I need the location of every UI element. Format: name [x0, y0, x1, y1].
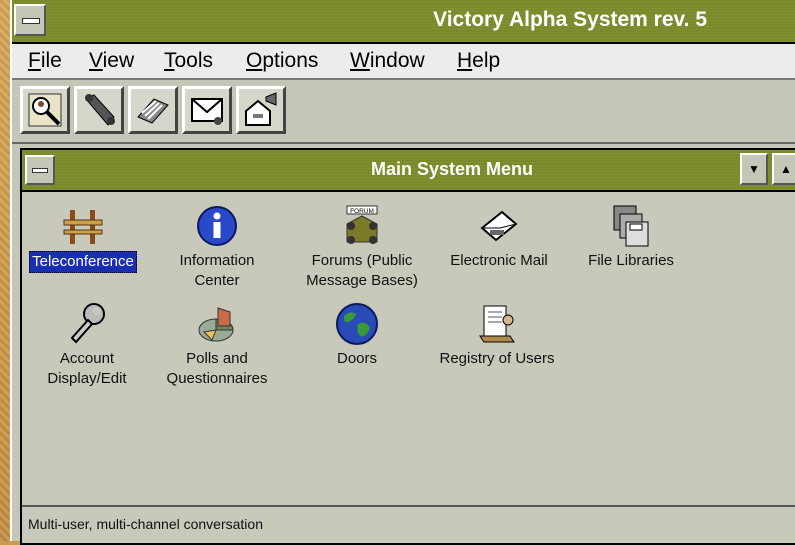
status-bar: Multi-user, multi-channel conversation — [22, 505, 795, 543]
toolbar-announcement-button[interactable] — [236, 86, 286, 134]
mail-icon — [480, 210, 518, 242]
globe-icon — [336, 303, 378, 345]
minimize-button[interactable]: ▼ — [740, 153, 768, 185]
program-label: Teleconference — [29, 251, 137, 273]
child-window-title: Main System Menu — [370, 159, 534, 179]
main-system-menu-window: Main System Menu ▼ ▲ Teleconference Info… — [20, 148, 795, 545]
menu-bar: File View Tools Options Window Help — [12, 44, 795, 80]
program-registry-of-users[interactable]: Registry of Users — [417, 302, 577, 369]
menu-window[interactable]: Window — [350, 49, 425, 73]
wrench-icon — [70, 303, 105, 344]
program-label: Forums (Public Message Bases) — [306, 252, 418, 289]
program-electronic-mail[interactable]: Electronic Mail — [434, 204, 564, 271]
program-teleconference[interactable]: Teleconference — [18, 204, 148, 273]
telephone-icon — [85, 94, 115, 126]
registry-icon — [479, 305, 515, 343]
menu-help[interactable]: Help — [457, 49, 500, 73]
program-information-center[interactable]: Information Center — [152, 204, 282, 291]
menu-tools[interactable]: Tools — [164, 49, 213, 73]
user-search-icon — [28, 93, 62, 127]
file-libraries-icon — [613, 205, 649, 247]
maximize-button[interactable]: ▲ — [772, 153, 795, 185]
toolbar-user-search-button[interactable] — [20, 86, 70, 134]
program-label: Information Center — [179, 252, 255, 289]
menu-view[interactable]: View — [89, 49, 134, 73]
toolbar-rolodex-button[interactable] — [128, 86, 178, 134]
child-system-menu-button[interactable] — [25, 155, 55, 185]
menu-options[interactable]: Options — [246, 49, 318, 73]
announcement-house-icon — [245, 92, 277, 126]
program-account-display-edit[interactable]: Account Display/Edit — [22, 302, 152, 389]
forum-icon-text: FORUM — [350, 208, 374, 215]
toolbar-telephone-button[interactable] — [74, 86, 124, 134]
triangle-up-icon: ▲ — [780, 162, 792, 176]
menu-file[interactable]: File — [28, 49, 62, 73]
status-text: Multi-user, multi-channel conversation — [28, 516, 263, 532]
program-file-libraries[interactable]: File Libraries — [566, 204, 696, 271]
triangle-down-icon: ▼ — [748, 162, 760, 176]
program-label: Polls and Questionnaires — [166, 350, 268, 387]
app-title-bar[interactable]: Victory Alpha System rev. 5 — [12, 0, 795, 44]
program-label: Electronic Mail — [450, 252, 548, 269]
mail-envelope-icon — [191, 98, 223, 125]
program-polls-questionnaires[interactable]: Polls and Questionnaires — [152, 302, 282, 389]
program-doors[interactable]: Doors — [292, 302, 422, 369]
teleconference-icon — [63, 210, 103, 244]
pie-chart-icon — [198, 307, 234, 342]
app-window: Victory Alpha System rev. 5 File View To… — [10, 0, 795, 545]
toolbar-mail-button[interactable] — [182, 86, 232, 134]
program-label: Doors — [336, 350, 377, 367]
app-title: Victory Alpha System rev. 5 — [433, 8, 707, 31]
info-icon — [197, 206, 237, 246]
system-menu-button[interactable] — [14, 4, 46, 36]
rolodex-icon — [137, 98, 169, 124]
program-label: Account Display/Edit — [47, 350, 127, 387]
program-label: Registry of Users — [439, 350, 555, 367]
forum-icon: FORUM — [346, 205, 378, 244]
toolbar — [12, 80, 795, 144]
program-forums[interactable]: FORUM Forums (Public Message Bases) — [287, 204, 437, 291]
program-label: File Libraries — [588, 252, 674, 269]
child-title-bar[interactable]: Main System Menu ▼ ▲ — [22, 150, 795, 192]
